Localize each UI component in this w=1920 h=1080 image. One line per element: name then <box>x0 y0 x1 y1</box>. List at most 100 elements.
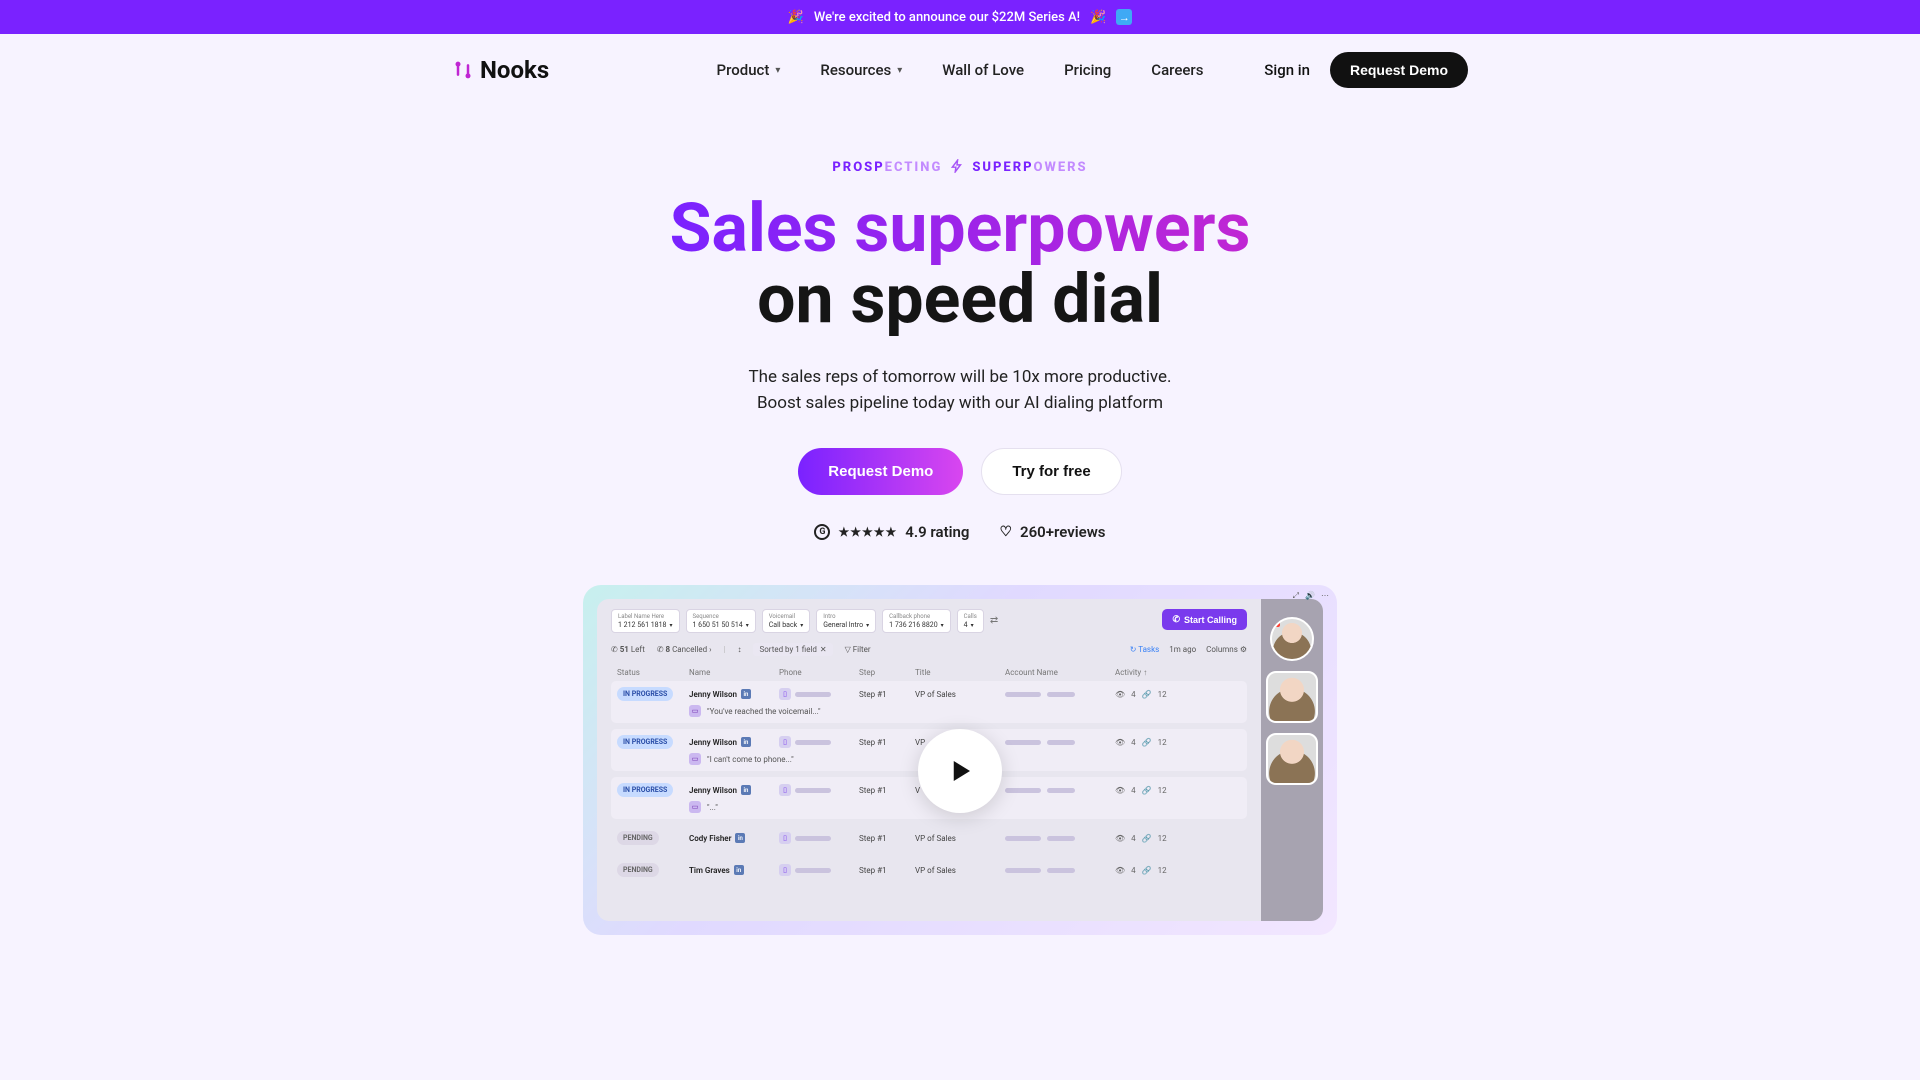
account-cell <box>1005 836 1115 841</box>
presence-sidebar: ⤢ 🔊 ⋯ <box>1261 599 1323 921</box>
avatar[interactable] <box>1270 617 1314 661</box>
phone-icon[interactable]: ▯ <box>779 736 791 748</box>
filter-button[interactable]: ▽ Filter <box>845 645 871 654</box>
play-icon <box>945 756 975 786</box>
brand-logo[interactable]: Nooks <box>452 56 549 84</box>
phone-icon[interactable]: ▯ <box>779 832 791 844</box>
filter-label: Voicemail <box>769 613 803 620</box>
more-icon[interactable]: ⋯ <box>1321 599 1323 601</box>
col-step: Step <box>859 668 915 677</box>
activity-cell: 👁4 🔗12 <box>1115 738 1185 747</box>
filter-calls[interactable]: Calls 4▾ <box>957 609 984 633</box>
link-icon: 🔗 <box>1142 834 1152 843</box>
linkedin-icon[interactable]: in <box>741 737 751 747</box>
expand-icon[interactable]: ⤢ <box>1293 599 1299 601</box>
filter-value: 1 736 216 8820 <box>889 621 937 629</box>
filter-label: Intro <box>823 613 869 620</box>
nav-product[interactable]: Product ▾ <box>717 61 781 79</box>
play-video-button[interactable] <box>918 729 1002 813</box>
phone-icon[interactable]: ▯ <box>779 864 791 876</box>
chevron-right-icon: › <box>709 645 711 654</box>
filter-voicemail[interactable]: Voicemail Call back▾ <box>762 609 810 633</box>
left-count: ✆ 51 Left <box>611 645 645 654</box>
volume-icon[interactable]: 🔊 <box>1305 599 1315 601</box>
close-icon[interactable]: ✕ <box>820 645 827 654</box>
filter-value: 1 212 561 1818 <box>618 621 666 629</box>
eye-icon: 👁 <box>1115 738 1125 747</box>
nav-wall-of-love[interactable]: Wall of Love <box>942 61 1024 79</box>
stars-icon: ★★★★★ <box>838 525 897 539</box>
activity-cell: 👁4 🔗12 <box>1115 786 1185 795</box>
eye-icon: 👁 <box>1115 834 1125 843</box>
chevron-down-icon: ▾ <box>669 622 672 629</box>
subhead-line2: Boost sales pipeline today with our AI d… <box>757 393 1163 413</box>
try-for-free-button[interactable]: Try for free <box>981 448 1121 495</box>
sort-icon: ↕ <box>737 645 741 654</box>
chevron-down-icon: ▾ <box>775 65 780 76</box>
arrow-right-icon: → <box>1116 9 1132 25</box>
filter-value: 4 <box>964 621 968 629</box>
tagline-word2a: SUPERP <box>972 160 1033 175</box>
headline: Sales superpowers on speed dial <box>232 193 1688 336</box>
linkedin-icon[interactable]: in <box>741 689 751 699</box>
account-cell <box>1005 868 1115 873</box>
nav-product-label: Product <box>717 61 770 79</box>
request-demo-button[interactable]: Request Demo <box>1330 52 1468 88</box>
cancelled-count[interactable]: ✆ 8 Cancelled › <box>657 645 712 654</box>
col-activity: Activity ↑ <box>1115 668 1185 677</box>
nav-resources[interactable]: Resources ▾ <box>820 61 902 79</box>
nav-pricing[interactable]: Pricing <box>1064 61 1111 79</box>
filter-label-name[interactable]: Label Name Here 1 212 561 1818▾ <box>611 609 680 633</box>
reviews-text: 260+reviews <box>1020 523 1105 541</box>
name-cell: Jenny Wilson in <box>689 785 779 795</box>
account-cell <box>1005 692 1115 697</box>
product-screenshot: Label Name Here 1 212 561 1818▾ Sequence… <box>583 585 1337 935</box>
settings-icon: ⚙ <box>1240 645 1247 654</box>
linkedin-icon[interactable]: in <box>734 865 744 875</box>
filter-callback[interactable]: Callback phone 1 736 216 8820▾ <box>882 609 951 633</box>
tagline-word2b: OWERS <box>1034 160 1088 175</box>
hero-request-demo-button[interactable]: Request Demo <box>798 448 963 495</box>
settings-icon[interactable]: ⇄ <box>990 615 998 626</box>
announcement-bar[interactable]: 🎉 We're excited to announce our $22M Ser… <box>0 0 1920 34</box>
linkedin-icon[interactable]: in <box>741 785 751 795</box>
avatar[interactable] <box>1266 671 1318 723</box>
reviews-item: ♡ 260+reviews <box>999 523 1105 541</box>
social-proof: G ★★★★★ 4.9 rating ♡ 260+reviews <box>232 523 1688 541</box>
link-icon: 🔗 <box>1142 786 1152 795</box>
filter-sequence[interactable]: Sequence 1 650 51 50 514▾ <box>686 609 756 633</box>
sorted-by-chip[interactable]: Sorted by 1 field ✕ <box>753 643 832 656</box>
avatar[interactable] <box>1266 733 1318 785</box>
filter-value: Call back <box>769 621 797 629</box>
time-ago: 1m ago <box>1169 645 1196 654</box>
nav-careers[interactable]: Careers <box>1151 61 1203 79</box>
eye-icon: 👁 <box>1115 866 1125 875</box>
col-title: Title <box>915 668 1005 677</box>
sign-in-link[interactable]: Sign in <box>1264 61 1310 79</box>
tasks-link[interactable]: ↻ Tasks <box>1130 645 1160 654</box>
table-row[interactable]: IN PROGRESSJenny Wilson in▯Step #1VP of … <box>611 681 1247 723</box>
col-phone: Phone <box>779 668 859 677</box>
start-calling-button[interactable]: ✆ Start Calling <box>1162 609 1247 630</box>
phone-icon[interactable]: ▯ <box>779 784 791 796</box>
voicemail-icon: ▭ <box>689 753 701 765</box>
announcement-text: We're excited to announce our $22M Serie… <box>814 10 1080 25</box>
phone-cell: ▯ <box>779 864 859 876</box>
filter-intro[interactable]: Intro General Intro▾ <box>816 609 876 633</box>
heart-icon: ♡ <box>999 524 1012 540</box>
table-row[interactable]: PENDINGCody Fisher in▯Step #1VP of Sales… <box>611 825 1247 851</box>
linkedin-icon[interactable]: in <box>735 833 745 843</box>
title-cell: VP of Sales <box>915 866 1005 875</box>
party-emoji: 🎉 <box>788 10 804 25</box>
status-badge: IN PROGRESS <box>617 783 673 797</box>
col-status: Status <box>617 668 689 677</box>
phone-icon: ✆ <box>611 645 618 654</box>
name-cell: Jenny Wilson in <box>689 737 779 747</box>
columns-button[interactable]: Columns ⚙ <box>1206 645 1247 654</box>
table-row[interactable]: PENDINGTim Graves in▯Step #1VP of Sales👁… <box>611 857 1247 883</box>
phone-icon[interactable]: ▯ <box>779 688 791 700</box>
name-cell: Jenny Wilson in <box>689 689 779 699</box>
eye-icon: 👁 <box>1115 690 1125 699</box>
hero: PROSPECTING SUPERPOWERS Sales superpower… <box>232 156 1688 541</box>
top-nav: Nooks Product ▾ Resources ▾ Wall of Love… <box>232 34 1688 106</box>
